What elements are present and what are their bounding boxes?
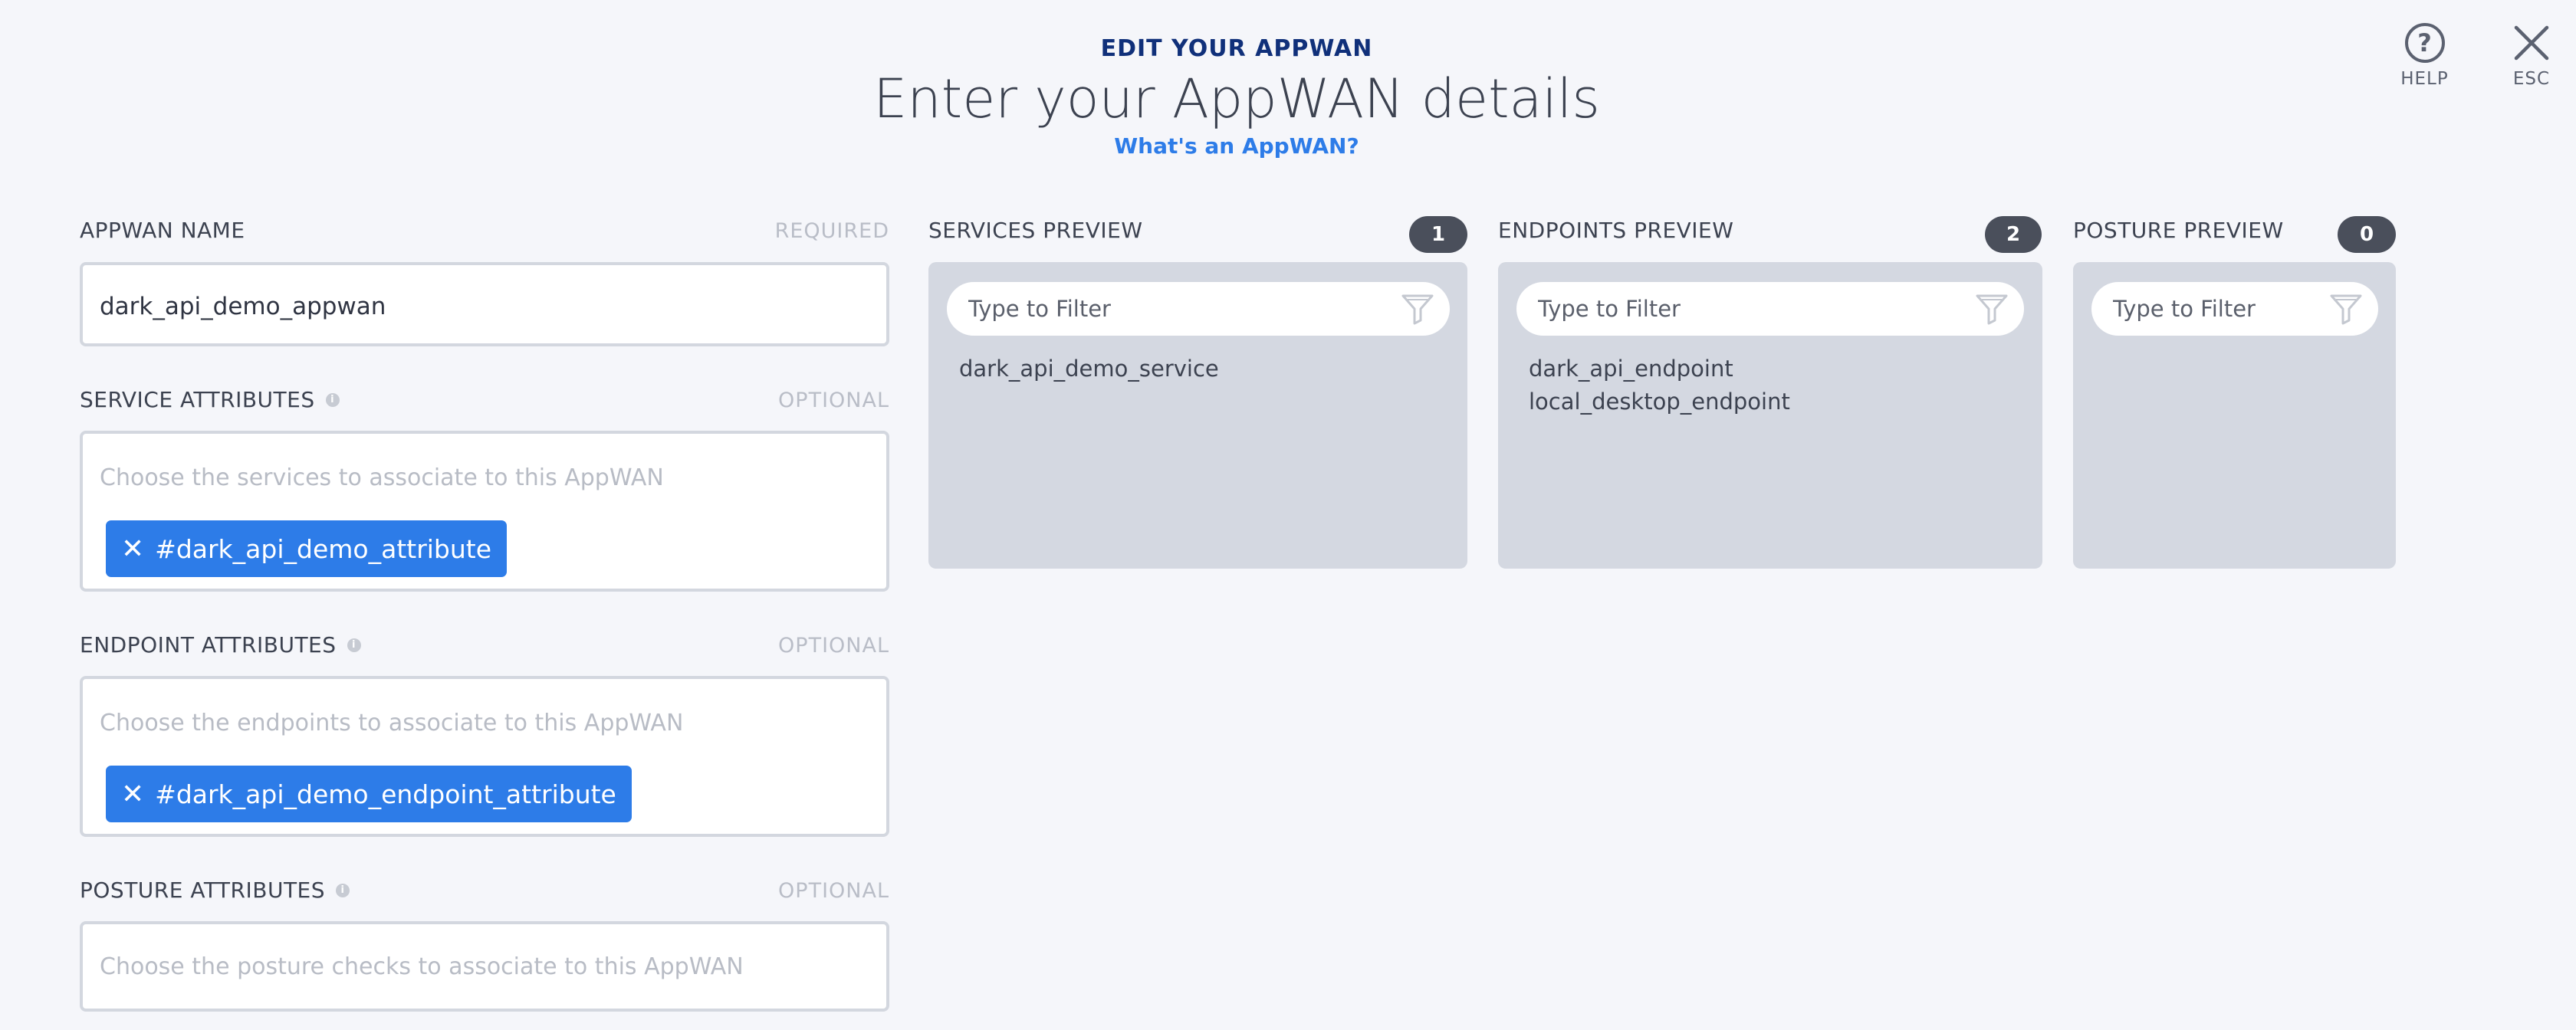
services-filter-input[interactable]	[947, 282, 1450, 336]
posture-filter[interactable]	[2091, 282, 2378, 336]
filter-funnel-icon	[2330, 294, 2362, 325]
service-attributes-input[interactable]: Choose the services to associate to this…	[80, 431, 889, 592]
service-attributes-label-text: SERVICE ATTRIBUTES	[80, 387, 315, 412]
edit-appwan-page: EDIT YOUR APPWAN Enter your AppWAN detai…	[0, 0, 2576, 1030]
info-icon[interactable]: i	[336, 883, 350, 897]
list-item: dark_api_endpoint	[1529, 356, 1733, 382]
endpoint-attributes-placeholder: Choose the endpoints to associate to thi…	[100, 710, 684, 736]
endpoint-attributes-input[interactable]: Choose the endpoints to associate to thi…	[80, 676, 889, 837]
appwan-name-value: dark_api_demo_appwan	[100, 293, 386, 320]
endpoint-attributes-label: ENDPOINT ATTRIBUTES i	[80, 632, 361, 658]
services-count-badge: 1	[1409, 216, 1467, 253]
posture-attributes-label: POSTURE ATTRIBUTES i	[80, 877, 350, 903]
services-filter[interactable]	[947, 282, 1450, 336]
appwan-name-required: REQUIRED	[774, 219, 889, 243]
service-attribute-chip[interactable]: ✕ #dark_api_demo_attribute	[106, 520, 508, 577]
endpoints-count-badge: 2	[1985, 216, 2042, 253]
page-title: Enter your AppWAN details	[873, 67, 1600, 130]
whats-an-appwan-link[interactable]: What's an AppWAN?	[0, 133, 2473, 159]
posture-preview-panel	[2073, 262, 2396, 569]
esc-label: ESC	[2512, 69, 2551, 89]
question-circle-icon: ?	[2404, 23, 2445, 63]
endpoints-preview-label: ENDPOINTS PREVIEW	[1498, 218, 1734, 243]
service-attributes-label: SERVICE ATTRIBUTES i	[80, 387, 340, 412]
info-icon[interactable]: i	[347, 638, 361, 652]
appwan-name-input[interactable]: dark_api_demo_appwan	[80, 262, 889, 346]
service-attribute-chip-label: #dark_api_demo_attribute	[155, 533, 492, 564]
endpoints-preview-list: dark_api_endpoint local_desktop_endpoint	[1529, 353, 1790, 418]
remove-chip-icon[interactable]: ✕	[121, 779, 144, 810]
endpoint-attributes-optional: OPTIONAL	[778, 634, 889, 658]
esc-button[interactable]: ESC	[2501, 23, 2562, 89]
info-icon[interactable]: i	[325, 392, 340, 407]
endpoint-attributes-label-text: ENDPOINT ATTRIBUTES	[80, 632, 337, 658]
service-attributes-placeholder: Choose the services to associate to this…	[100, 464, 664, 491]
endpoints-filter[interactable]	[1516, 282, 2024, 336]
appwan-name-label-text: APPWAN NAME	[80, 218, 245, 243]
page-eyebrow: EDIT YOUR APPWAN	[1100, 35, 1373, 62]
endpoint-attribute-chip-label: #dark_api_demo_endpoint_attribute	[155, 779, 616, 809]
appwan-name-label: APPWAN NAME	[80, 218, 245, 243]
filter-funnel-icon	[1976, 294, 2008, 325]
services-preview-list: dark_api_demo_service	[959, 353, 1219, 385]
endpoints-preview-panel: dark_api_endpoint local_desktop_endpoint	[1498, 262, 2042, 569]
remove-chip-icon[interactable]: ✕	[121, 533, 144, 565]
posture-count-badge: 0	[2338, 216, 2396, 253]
endpoints-filter-input[interactable]	[1516, 282, 2024, 336]
help-label: HELP	[2400, 69, 2449, 89]
list-item: dark_api_demo_service	[959, 356, 1219, 382]
posture-preview-label: POSTURE PREVIEW	[2073, 218, 2284, 243]
posture-attributes-placeholder: Choose the posture checks to associate t…	[100, 953, 744, 980]
help-button[interactable]: ? HELP	[2396, 23, 2453, 89]
filter-funnel-icon	[1401, 294, 1434, 325]
service-attributes-optional: OPTIONAL	[778, 389, 889, 412]
services-preview-panel: dark_api_demo_service	[928, 262, 1467, 569]
services-preview-label: SERVICES PREVIEW	[928, 218, 1143, 243]
close-icon	[2514, 25, 2549, 61]
endpoint-attribute-chip[interactable]: ✕ #dark_api_demo_endpoint_attribute	[106, 766, 632, 822]
posture-attributes-input[interactable]: Choose the posture checks to associate t…	[80, 921, 889, 1012]
posture-attributes-optional: OPTIONAL	[778, 879, 889, 903]
posture-attributes-label-text: POSTURE ATTRIBUTES	[80, 877, 326, 903]
list-item: local_desktop_endpoint	[1529, 389, 1790, 415]
